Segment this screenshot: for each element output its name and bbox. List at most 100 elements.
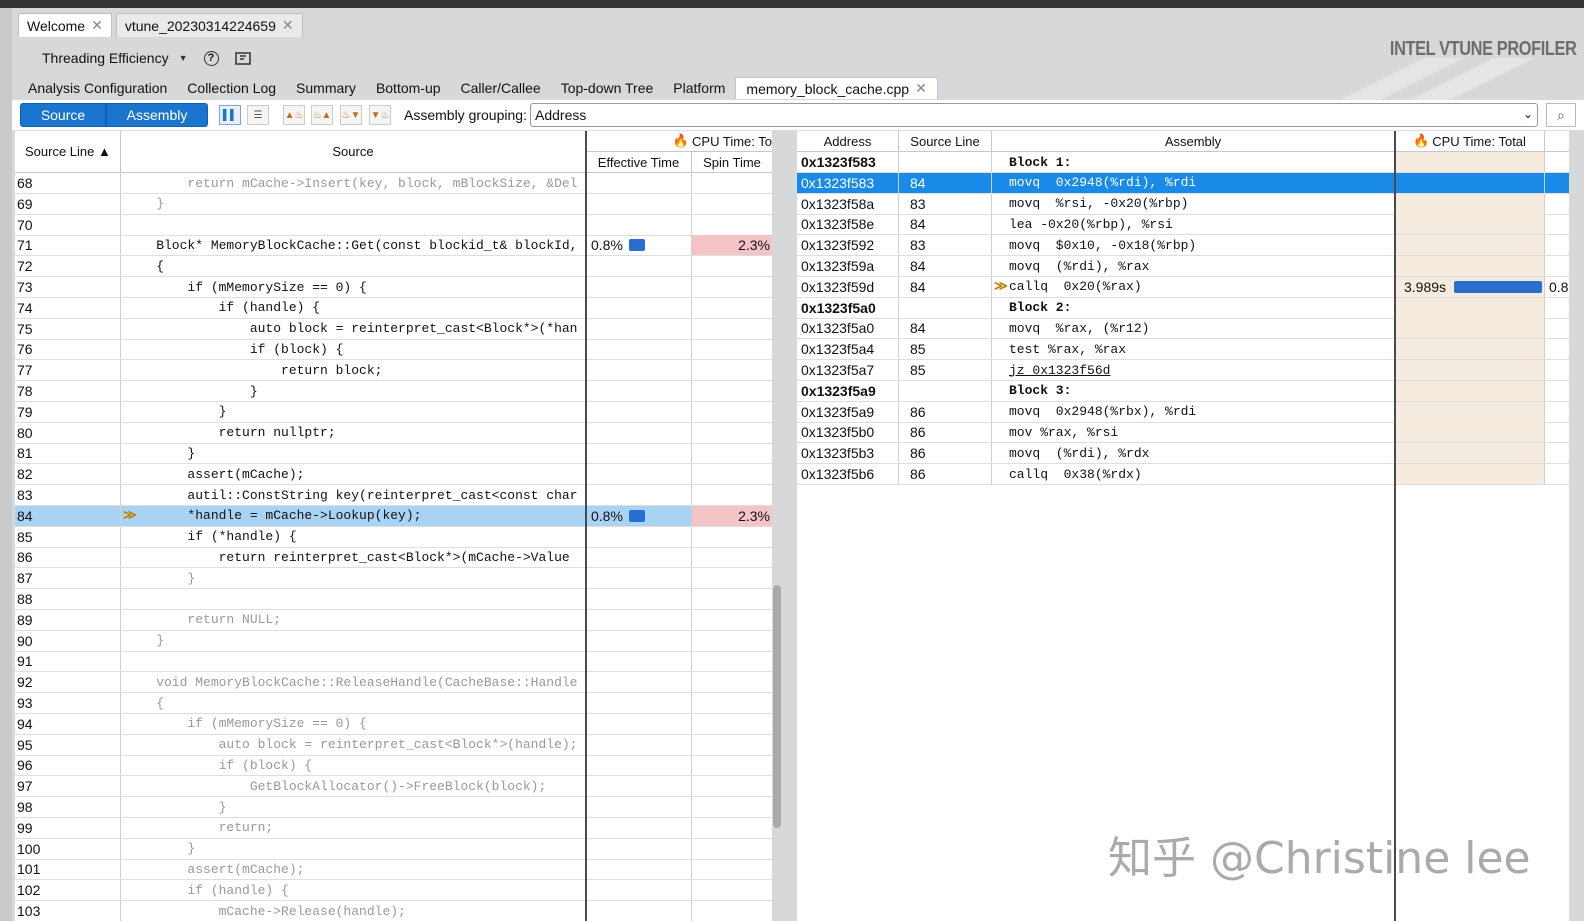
asm-row[interactable]: 0x1323f5b0 86 mov %rax, %rsi — [797, 422, 1569, 444]
source-code-text: if (handle) { — [125, 300, 321, 316]
table-row[interactable]: 72 { — [15, 256, 772, 278]
table-row[interactable]: 96 if (block) { — [15, 755, 772, 777]
asm-row[interactable]: 0x1323f583 Block 1: — [797, 152, 1569, 173]
asm-row[interactable]: 0x1323f5a7 85 jz 0x1323f56d — [797, 360, 1569, 381]
tab-top-down-tree[interactable]: Top-down Tree — [551, 77, 664, 99]
side-by-side-icon[interactable]: ▌▌ — [219, 105, 241, 125]
asm-address: 0x1323f58a — [797, 193, 899, 214]
asm-row[interactable]: 0x1323f592 83 movq $0x10, -0x18(%rbp) — [797, 235, 1569, 257]
table-row[interactable]: 78 } — [15, 381, 772, 402]
table-row[interactable]: 76 if (block) { — [15, 339, 772, 361]
assembly-grouping-select[interactable]: Address ⌄ — [530, 103, 1538, 127]
asm-instruction-text: callq 0x38(%rdx) — [1009, 466, 1142, 482]
close-icon[interactable]: ✕ — [91, 17, 103, 34]
asm-row[interactable]: 0x1323f5a9 86 movq 0x2948(%rbx), %rdi — [797, 401, 1569, 423]
table-row[interactable]: 94 if (mMemorySize == 0) { — [15, 713, 772, 735]
col-effective-time[interactable]: Effective Time — [586, 152, 692, 173]
asm-row[interactable]: 0x1323f583 84 movq 0x2948(%rdi), %rdi — [797, 172, 1569, 194]
search-icon[interactable]: ⌕ — [1546, 103, 1576, 127]
table-row[interactable]: 99 return; — [15, 817, 772, 839]
table-row[interactable]: 91 — [15, 651, 772, 673]
col-assembly[interactable]: Assembly — [992, 131, 1395, 152]
chevron-down-icon[interactable]: ▼ — [179, 53, 188, 63]
tab-summary[interactable]: Summary — [286, 77, 366, 99]
table-row[interactable]: 82 assert(mCache); — [15, 464, 772, 486]
table-row[interactable]: 103 mCache->Release(handle); — [15, 901, 772, 921]
table-row[interactable]: 73 if (mMemorySize == 0) { — [15, 277, 772, 298]
tab-platform[interactable]: Platform — [663, 77, 735, 99]
asm-row[interactable]: 0x1323f5b3 86 movq (%rdi), %rdx — [797, 443, 1569, 465]
analysis-type-dropdown[interactable]: Threading Efficiency — [42, 50, 169, 66]
source-code-text: } — [125, 799, 227, 815]
compare-icon[interactable] — [234, 50, 251, 66]
asm-address: 0x1323f5b3 — [797, 443, 899, 464]
table-row[interactable]: 93 { — [15, 693, 772, 714]
source-code-text: return block; — [125, 362, 383, 378]
hotspot-up-icon[interactable]: ♨▼ — [340, 105, 362, 125]
col-cpu-time-total[interactable]: 🔥 CPU Time: Total — [1395, 131, 1545, 152]
asm-row[interactable]: 0x1323f58e 84 lea -0x20(%rbp), %rsi — [797, 214, 1569, 236]
source-code-text: if (handle) { — [125, 882, 289, 898]
table-row[interactable]: 68 return mCache->Insert(key, block, mBl… — [15, 173, 772, 194]
table-row[interactable]: 86 return reinterpret_cast<Block*>(mCach… — [15, 547, 772, 569]
asm-row[interactable]: 0x1323f5a9 Block 3: — [797, 380, 1569, 402]
asm-address: 0x1323f5b0 — [797, 422, 899, 443]
col-cpu-time-group[interactable]: 🔥 CPU Time: To — [586, 131, 772, 152]
help-icon[interactable]: ? — [203, 50, 219, 66]
table-row[interactable]: 90 } — [15, 630, 772, 652]
tab-welcome[interactable]: Welcome ✕ — [18, 13, 112, 37]
table-row[interactable]: 84 ≫ *handle = mCache->Lookup(key); 0.8% 2.… — [15, 505, 772, 527]
table-row[interactable]: 95 auto block = reinterpret_cast<Block*>… — [15, 734, 772, 756]
asm-row[interactable]: 0x1323f59a 84 movq (%rdi), %rax — [797, 256, 1569, 277]
hotspot-next-icon[interactable]: ♨▲ — [311, 105, 333, 125]
table-row[interactable]: 70 — [15, 214, 772, 236]
table-row[interactable]: 77 return block; — [15, 360, 772, 382]
asm-row[interactable]: 0x1323f58a 83 movq %rsi, -0x20(%rbp) — [797, 193, 1569, 215]
asm-row[interactable]: 0x1323f5a0 84 movq %rax, (%r12) — [797, 318, 1569, 340]
tab-collection-log[interactable]: Collection Log — [177, 77, 286, 99]
tab-vtune-result[interactable]: vtune_20230314224659 ✕ — [115, 13, 303, 37]
table-row[interactable]: 79 } — [15, 401, 772, 423]
table-row[interactable]: 92 void MemoryBlockCache::ReleaseHandle(… — [15, 672, 772, 694]
asm-row[interactable]: 0x1323f5b6 86 callq 0x38(%rdx) — [797, 464, 1569, 485]
table-row[interactable]: 81 } — [15, 443, 772, 465]
table-row[interactable]: 85 if (*handle) { — [15, 526, 772, 548]
table-row[interactable]: 75 auto block = reinterpret_cast<Block*>… — [15, 318, 772, 340]
col-asm-source-line[interactable]: Source Line — [899, 131, 992, 152]
table-row[interactable]: 80 return nullptr; — [15, 422, 772, 444]
close-icon[interactable]: ✕ — [915, 80, 927, 97]
asm-row[interactable]: 0x1323f5a0 Block 2: — [797, 297, 1569, 319]
assembly-toggle-button[interactable]: Assembly — [106, 103, 208, 127]
asm-row[interactable]: 0x1323f5a4 85 test %rax, %rax — [797, 339, 1569, 361]
asm-row[interactable]: 0x1323f59d 84 ≫ callq 0x20(%rax) 3.989s 0.8 — [797, 276, 1569, 298]
table-row[interactable]: 101 assert(mCache); — [15, 859, 772, 881]
effective-time-cell — [586, 755, 692, 776]
stacked-view-icon[interactable]: ☰ — [247, 105, 269, 125]
hotspot-down-icon[interactable]: ▼♨ — [369, 105, 391, 125]
vertical-scrollbar[interactable] — [773, 585, 781, 828]
col-address[interactable]: Address — [797, 131, 899, 152]
cpu-extra-cell — [1545, 152, 1569, 172]
table-row[interactable]: 83 autil::ConstString key(reinterpret_ca… — [15, 485, 772, 506]
table-row[interactable]: 89 return NULL; — [15, 609, 772, 631]
close-icon[interactable]: ✕ — [282, 17, 294, 34]
tab-caller-callee[interactable]: Caller/Callee — [451, 77, 551, 99]
table-row[interactable]: 69 } — [15, 193, 772, 215]
col-spin-time[interactable]: Spin Time — [692, 152, 772, 173]
tab-bottom-up[interactable]: Bottom-up — [366, 77, 451, 99]
table-row[interactable]: 97 GetBlockAllocator()->FreeBlock(block)… — [15, 776, 772, 798]
table-row[interactable]: 88 — [15, 589, 772, 610]
tab-analysis-configuration[interactable]: Analysis Configuration — [18, 77, 177, 99]
col-source-line[interactable]: Source Line ▲ — [15, 131, 121, 173]
table-row[interactable]: 87 } — [15, 568, 772, 590]
table-row[interactable]: 74 if (handle) { — [15, 297, 772, 319]
tab-source-file[interactable]: memory_block_cache.cpp ✕ — [735, 77, 938, 99]
table-row[interactable]: 98 } — [15, 797, 772, 818]
hotspot-prev-icon[interactable]: ▲♨ — [283, 105, 305, 125]
asm-instruction-text[interactable]: jz 0x1323f56d — [1009, 363, 1110, 378]
col-source[interactable]: Source — [121, 131, 586, 173]
table-row[interactable]: 102 if (handle) { — [15, 880, 772, 902]
table-row[interactable]: 100 } — [15, 838, 772, 860]
source-toggle-button[interactable]: Source — [20, 103, 106, 127]
table-row[interactable]: 71 Block* MemoryBlockCache::Get(const bl… — [15, 235, 772, 257]
